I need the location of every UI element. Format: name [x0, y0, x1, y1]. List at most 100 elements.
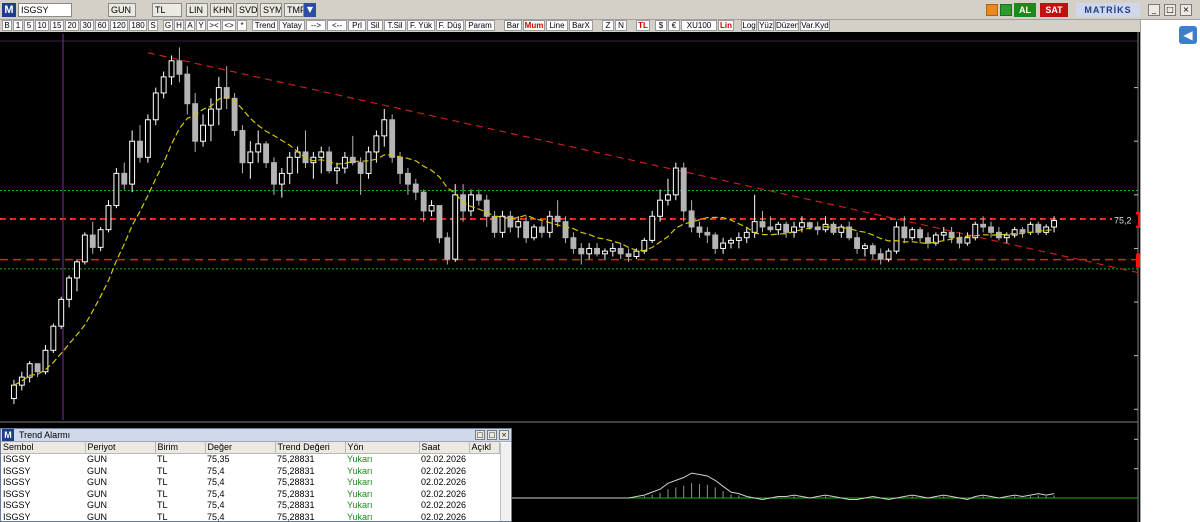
back-arrow-icon[interactable]: ◀	[1179, 26, 1197, 44]
candle-body	[728, 239, 734, 244]
toolbar-button-18[interactable]: Trend	[252, 20, 278, 31]
column-header[interactable]: Birim	[155, 442, 206, 454]
toolbar-button-32[interactable]: Z	[602, 20, 614, 31]
symbol-field[interactable]: ISGSY	[18, 3, 72, 17]
window-minimize-icon[interactable]: □	[475, 430, 485, 440]
toolbar-button-0[interactable]: B	[2, 20, 12, 31]
toolbar-button-21[interactable]: <--	[327, 20, 347, 31]
table-cell: TL	[157, 500, 168, 510]
field-tmp[interactable]: TMP	[284, 3, 304, 17]
column-header[interactable]: Saat	[419, 442, 470, 454]
field-khn[interactable]: KHN	[210, 3, 234, 17]
toolbar-button-30[interactable]: Line	[546, 20, 568, 31]
candle-body	[633, 250, 640, 257]
toolbar-button-14[interactable]: Y	[196, 20, 206, 31]
period-field[interactable]: GUN	[108, 3, 136, 17]
toolbar-button-19[interactable]: Yatay	[279, 20, 305, 31]
table-row[interactable]: ISGSY GUN TL 75,4 75,28831 Yukarı 02.02.2026	[1, 489, 499, 501]
candle-body	[428, 205, 435, 212]
candle-body	[586, 247, 593, 255]
toolbar-button-15[interactable]: ><	[207, 20, 221, 31]
column-header[interactable]: Değer	[205, 442, 276, 454]
toolbar-button-5[interactable]: 20	[65, 20, 79, 31]
buy-button[interactable]: AL	[1014, 3, 1036, 17]
table-row[interactable]: ISGSY GUN TL 75,4 75,28831 Yukarı 02.02.2026	[1, 512, 499, 522]
toolbar-button-10[interactable]: S	[148, 20, 158, 31]
toolbar-button-40[interactable]: Yüz	[758, 20, 774, 31]
toolbar-button-2[interactable]: 5	[24, 20, 34, 31]
chart-mode-field[interactable]: LIN	[186, 3, 208, 17]
toolbar-button-4[interactable]: 15	[50, 20, 64, 31]
toolbar-button-6[interactable]: 30	[80, 20, 94, 31]
candle-body	[286, 156, 293, 174]
column-header[interactable]: Yön	[345, 442, 420, 454]
table-row[interactable]: ISGSY GUN TL 75,4 75,28831 Yukarı 02.02.2026	[1, 466, 499, 478]
table-cell: ISGSY	[3, 477, 31, 487]
table-cell: 02.02.2026	[421, 488, 467, 499]
toolbar-button-20[interactable]: -->	[306, 20, 326, 31]
toolbar-button-25[interactable]: F. Yük	[407, 20, 435, 31]
toolbar-button-33[interactable]: N	[615, 20, 627, 31]
toolbar-button-34[interactable]: TL	[636, 20, 650, 31]
toolbar-button-41[interactable]: Düzen	[775, 20, 799, 31]
window-maximize-icon[interactable]: □	[487, 430, 497, 440]
candle-body	[688, 210, 695, 228]
dropdown-arrow-icon[interactable]: ▼	[304, 3, 316, 17]
toolbar-button-9[interactable]: 180	[129, 20, 147, 31]
column-header[interactable]: Periyot	[85, 442, 156, 454]
candle-body	[10, 384, 17, 400]
toolbar-button-17[interactable]: *	[237, 20, 247, 31]
toolbar-button-7[interactable]: 60	[95, 20, 109, 31]
toolbar-button-13[interactable]: A	[185, 20, 195, 31]
candle-body	[901, 226, 908, 239]
toolbar-button-24[interactable]: T.Sil	[384, 20, 406, 31]
candle-body	[830, 223, 837, 233]
window-close-icon[interactable]: ×	[499, 430, 509, 440]
candle-body	[854, 237, 861, 249]
toolbar-button-42[interactable]: Var.Kyd	[800, 20, 830, 31]
toolbar-button-29[interactable]: Mum	[523, 20, 545, 31]
field-svd[interactable]: SVD	[236, 3, 258, 17]
toolbar-button-31[interactable]: BarX	[569, 20, 593, 31]
trend-alarm-titlebar[interactable]: M Trend Alarmı □ □ ×	[1, 429, 511, 442]
field-sym[interactable]: SYM	[260, 3, 282, 17]
toolbar-button-22[interactable]: Prl	[348, 20, 366, 31]
candle-body	[609, 247, 616, 252]
main-toolbar: M ISGSY GUN TL LIN KHN SVD SYM TMP ▼ AL …	[0, 0, 1200, 20]
toolbar-button-8[interactable]: 120	[110, 20, 128, 31]
minimize-icon[interactable]: _	[1148, 4, 1160, 16]
toolbar-button-38[interactable]: Lin	[718, 20, 734, 31]
table-row[interactable]: ISGSY GUN TL 75,35 75,28831 Yukarı 02.02.2026	[1, 454, 499, 466]
toolbar-button-27[interactable]: Param	[465, 20, 495, 31]
column-header[interactable]: Trend Değeri	[275, 442, 346, 454]
currency-field[interactable]: TL	[152, 3, 182, 17]
candle-body	[50, 325, 57, 351]
matriks-logo: M	[2, 3, 16, 17]
candle-body	[192, 103, 199, 142]
toolbar-button-1[interactable]: 1	[13, 20, 23, 31]
plus-icon[interactable]	[1000, 4, 1012, 16]
toolbar-button-26[interactable]: F. Düş	[436, 20, 464, 31]
settings-icon[interactable]	[986, 4, 998, 16]
column-header[interactable]: Sembol	[1, 442, 86, 454]
toolbar-button-3[interactable]: 10	[35, 20, 49, 31]
candle-body	[798, 222, 805, 228]
toolbar-button-37[interactable]: XU100	[681, 20, 717, 31]
toolbar-button-11[interactable]: G	[163, 20, 173, 31]
toolbar-button-28[interactable]: Bar	[504, 20, 522, 31]
table-row[interactable]: ISGSY GUN TL 75,4 75,28831 Yukarı 02.02.2026	[1, 477, 499, 489]
toolbar-button-36[interactable]: €	[668, 20, 680, 31]
column-header[interactable]: Açıkl	[469, 442, 500, 454]
toolbar-button-16[interactable]: <>	[222, 20, 236, 31]
close-icon[interactable]: ×	[1180, 4, 1192, 16]
toolbar-button-23[interactable]: Sil	[367, 20, 383, 31]
sell-button[interactable]: SAT	[1040, 3, 1068, 17]
scrollbar[interactable]	[500, 443, 510, 521]
candle-body	[58, 298, 65, 327]
restore-icon[interactable]: □	[1164, 4, 1176, 16]
candle-body	[720, 242, 727, 249]
toolbar-button-39[interactable]: Log	[741, 20, 757, 31]
toolbar-button-35[interactable]: $	[655, 20, 667, 31]
toolbar-button-12[interactable]: H	[174, 20, 184, 31]
table-row[interactable]: ISGSY GUN TL 75,4 75,28831 Yukarı 02.02.2026	[1, 500, 499, 512]
